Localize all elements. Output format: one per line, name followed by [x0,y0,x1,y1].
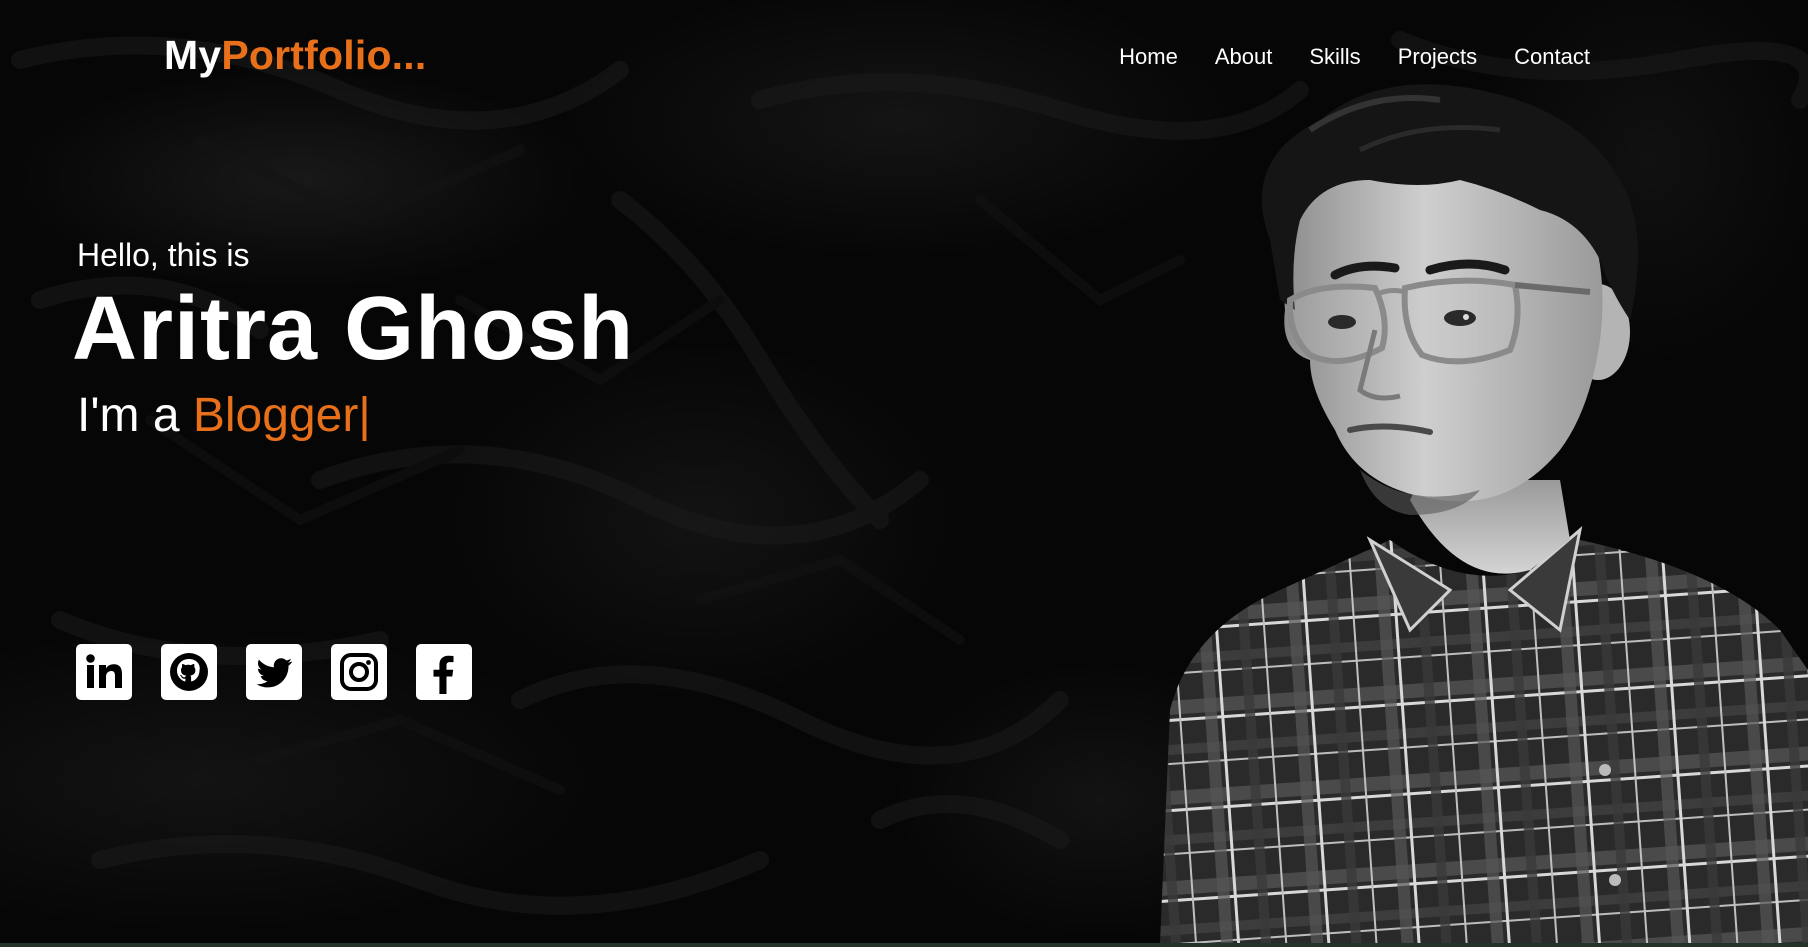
hero-role: I'm a Blogger| [77,388,371,443]
linkedin-link[interactable] [76,644,132,700]
nav-projects[interactable]: Projects [1398,44,1477,70]
site-logo[interactable]: MyPortfolio... [164,32,426,79]
nav-skills[interactable]: Skills [1309,44,1360,70]
github-link[interactable] [161,644,217,700]
nav-about[interactable]: About [1215,44,1273,70]
hero-name: Aritra Ghosh [72,279,635,379]
linkedin-icon [86,654,122,688]
twitter-link[interactable] [246,644,302,700]
portfolio-page: MyPortfolio... Home About Skills Project… [0,0,1808,947]
github-icon [170,653,208,691]
role-typed-text: Blogger| [192,389,371,442]
main-nav: Home About Skills Projects Contact [1119,44,1590,70]
social-links [76,644,472,700]
instagram-icon [340,653,378,691]
facebook-link[interactable] [416,644,472,700]
facebook-icon [433,655,454,694]
profile-portrait [1160,84,1808,943]
twitter-icon [256,658,293,688]
nav-home[interactable]: Home [1119,44,1178,70]
logo-accent: Portfolio... [221,32,427,78]
logo-prefix: My [164,32,222,78]
instagram-link[interactable] [331,644,387,700]
bottom-divider [0,943,1808,947]
hero-greeting: Hello, this is [77,237,250,273]
role-prefix: I'm a [77,389,193,442]
nav-contact[interactable]: Contact [1514,44,1590,70]
